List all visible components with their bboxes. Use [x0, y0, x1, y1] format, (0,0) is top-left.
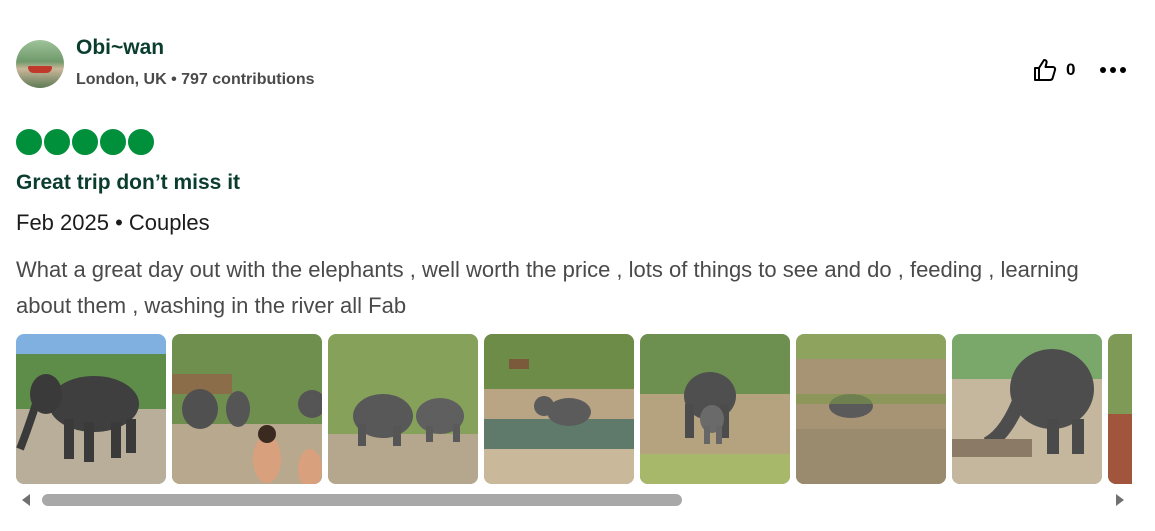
rating-bubble: [44, 129, 70, 155]
helpful-vote-button[interactable]: 0: [1031, 56, 1075, 84]
scroll-track[interactable]: [42, 494, 1108, 506]
more-dots-icon: [1100, 67, 1126, 73]
review-photo[interactable]: [952, 334, 1102, 484]
username-link[interactable]: Obi~wan: [76, 36, 164, 60]
rating-bubble: [16, 129, 42, 155]
user-location-contributions: London, UK • 797 contributions: [76, 71, 315, 88]
rating-bubbles: [16, 129, 154, 155]
review-photo[interactable]: [172, 334, 322, 484]
elephant-photo: [640, 334, 790, 484]
elephant-photo: [16, 334, 166, 484]
elephant-photo: [1108, 334, 1132, 484]
more-options-button[interactable]: [1099, 60, 1127, 80]
scroll-thumb[interactable]: [42, 494, 682, 506]
trip-date-type: Feb 2025 • Couples: [16, 210, 210, 235]
elephant-photo: [172, 334, 322, 484]
elephant-photo: [952, 334, 1102, 484]
photo-carousel: [16, 334, 1132, 484]
rating-bubble: [128, 129, 154, 155]
review-photo[interactable]: [484, 334, 634, 484]
helpful-count: 0: [1066, 60, 1076, 79]
scroll-right-arrow-icon[interactable]: [1114, 494, 1126, 506]
thumbs-up-icon: [1034, 59, 1057, 81]
rating-bubble: [72, 129, 98, 155]
scroll-left-arrow-icon[interactable]: [20, 494, 32, 506]
review-card: Obi~wan London, UK • 797 contributions 0…: [0, 0, 1155, 531]
review-photo[interactable]: [328, 334, 478, 484]
elephant-photo: [796, 334, 946, 484]
elephant-photo: [484, 334, 634, 484]
review-photo[interactable]: [16, 334, 166, 484]
elephant-photo: [328, 334, 478, 484]
review-photo[interactable]: [1108, 334, 1132, 484]
carousel-scrollbar[interactable]: [16, 489, 1132, 511]
user-avatar[interactable]: [16, 40, 64, 88]
review-photo[interactable]: [796, 334, 946, 484]
review-photo[interactable]: [640, 334, 790, 484]
rating-bubble: [100, 129, 126, 155]
review-title[interactable]: Great trip don’t miss it: [16, 171, 240, 195]
avatar-boat-graphic: [28, 66, 52, 73]
review-body: What a great day out with the elephants …: [16, 257, 1079, 318]
